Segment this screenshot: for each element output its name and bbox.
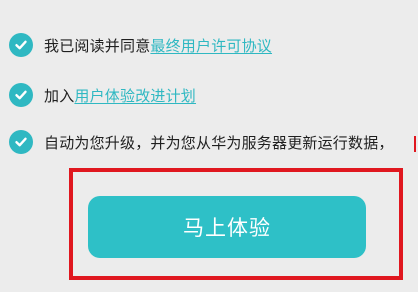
- check-circle-icon[interactable]: [9, 83, 33, 107]
- agreement-eula[interactable]: 我已阅读并同意最终用户许可协议: [9, 31, 272, 59]
- agreement-eula-text: 我已阅读并同意最终用户许可协议: [44, 35, 272, 56]
- agreement-eula-prefix: 我已阅读并同意: [44, 36, 151, 55]
- check-circle-icon[interactable]: [9, 130, 33, 154]
- agreement-auto-update[interactable]: 自动为您升级，并为您从华为服务器更新运行数据，: [9, 128, 394, 156]
- eula-link[interactable]: 最终用户许可协议: [150, 37, 272, 55]
- start-experience-button[interactable]: 马上体验: [88, 196, 366, 258]
- agreement-ux-program-prefix: 加入: [44, 86, 75, 105]
- highlight-edge-mark: [414, 136, 416, 152]
- agreement-ux-program-text: 加入用户体验改进计划: [44, 85, 196, 106]
- ux-program-link[interactable]: 用户体验改进计划: [74, 87, 196, 105]
- check-circle-icon[interactable]: [9, 33, 33, 57]
- agreement-ux-program[interactable]: 加入用户体验改进计划: [9, 81, 196, 109]
- agreement-auto-update-text: 自动为您升级，并为您从华为服务器更新运行数据，: [44, 133, 394, 152]
